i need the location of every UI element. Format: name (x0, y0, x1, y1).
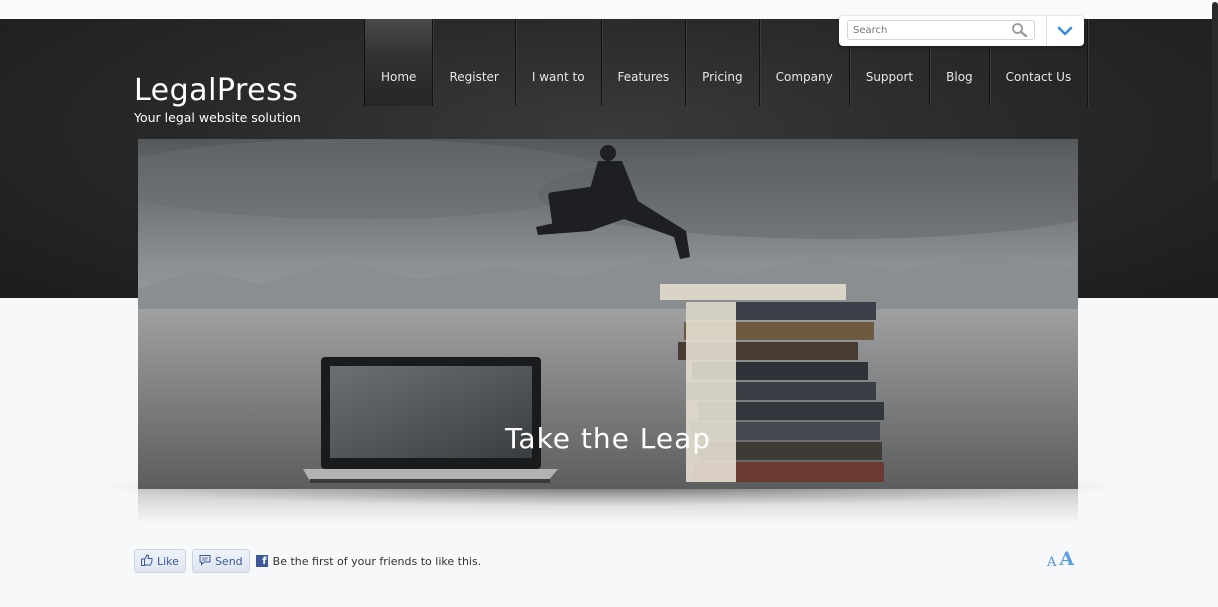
search-divider (1046, 16, 1047, 46)
social-bar: Like Send f Be the first of your friends… (134, 549, 481, 573)
nav-item-register[interactable]: Register (433, 19, 516, 106)
search-panel (839, 16, 1084, 46)
hero-banner[interactable]: Take the Leap (138, 139, 1078, 489)
page-scrollbar[interactable] (1212, 2, 1218, 182)
banner-reflection (138, 489, 1078, 523)
chevron-down-icon[interactable] (1051, 20, 1079, 42)
fb-like-button[interactable]: Like (134, 549, 186, 573)
nav-item-home[interactable]: Home (364, 19, 434, 106)
font-decrease-button[interactable]: A (1047, 555, 1056, 570)
fb-send-button[interactable]: Send (191, 549, 250, 573)
font-size-control: A A (1047, 548, 1074, 570)
nav-item-pricing[interactable]: Pricing (686, 19, 760, 106)
speech-bubble-icon (199, 554, 211, 569)
site-logo-title[interactable]: LegalPress (134, 73, 298, 108)
search-input[interactable] (847, 20, 1035, 40)
thumbs-up-icon (141, 553, 153, 569)
nav-item-i-want-to[interactable]: I want to (516, 19, 602, 106)
send-label: Send (214, 554, 243, 568)
magnifier-icon[interactable] (1011, 22, 1029, 38)
banner-caption: Take the Leap (504, 422, 712, 455)
fb-like-text: Be the first of your friends to like thi… (272, 554, 482, 568)
facebook-icon: f (255, 555, 268, 567)
nav-item-company[interactable]: Company (760, 19, 850, 106)
site-tagline: Your legal website solution (134, 110, 301, 125)
like-label: Like (157, 554, 179, 568)
nav-item-features[interactable]: Features (602, 19, 687, 106)
font-increase-button[interactable]: A (1059, 548, 1074, 570)
